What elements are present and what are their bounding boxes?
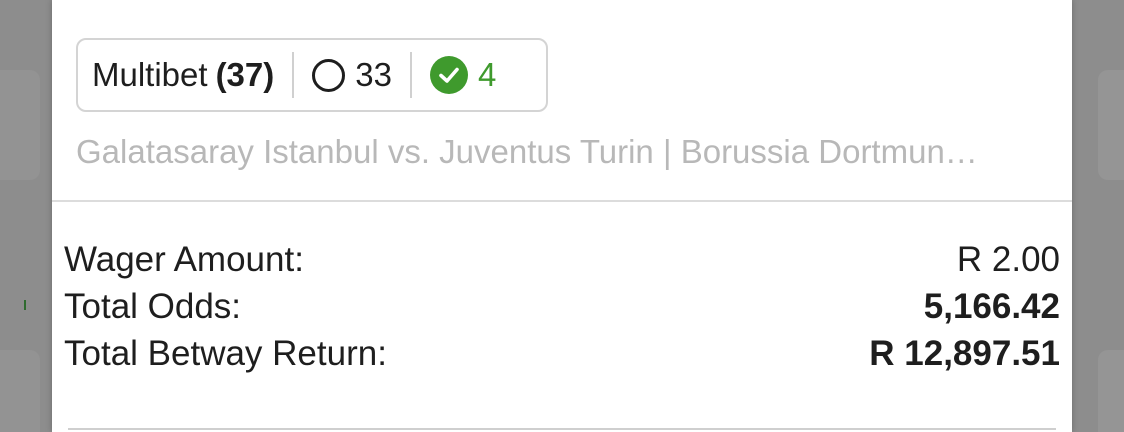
multibet-label: Multibet	[92, 56, 208, 93]
background-right-panel-bottom	[1098, 350, 1124, 432]
events-summary: Galatasaray Istanbul vs. Juventus Turin …	[76, 133, 978, 170]
pill-divider	[409, 52, 412, 98]
check-circle-icon	[429, 56, 468, 94]
wager-amount-row: Wager Amount: R 2.00	[64, 236, 1060, 283]
multibet-title: Multibet (37)	[92, 56, 274, 94]
section-divider	[52, 200, 1072, 202]
background-left-panel	[0, 70, 40, 180]
multibet-leg-count: (37)	[215, 56, 275, 93]
multibet-status-pill[interactable]: Multibet (37) 33 4	[76, 38, 548, 112]
bottom-divider	[68, 428, 1056, 430]
bet-summary: Wager Amount: R 2.00 Total Odds: 5,166.4…	[64, 236, 1060, 377]
open-legs-count: 33	[355, 56, 392, 93]
total-odds-label: Total Odds:	[64, 286, 242, 326]
wager-amount-value: R 2.00	[956, 239, 1060, 279]
background-right-panel	[1098, 70, 1124, 180]
won-legs-count: 4	[477, 56, 497, 93]
circle-outline-icon	[312, 58, 346, 92]
background-accent-mark	[24, 300, 26, 310]
pill-divider	[292, 52, 295, 98]
bet-slip-card: Multibet (37) 33 4 Galatasaray Istanbul …	[52, 0, 1072, 432]
open-legs: 33	[312, 56, 392, 94]
won-legs: 4	[429, 56, 497, 94]
total-odds-row: Total Odds: 5,166.42	[64, 283, 1060, 330]
total-return-label: Total Betway Return:	[64, 333, 387, 373]
total-odds-value: 5,166.42	[923, 286, 1060, 326]
wager-amount-label: Wager Amount:	[64, 239, 304, 279]
background-left-panel-bottom	[0, 350, 40, 432]
bet-header-section[interactable]: Multibet (37) 33 4 Galatasaray Istanbul …	[52, 0, 1072, 200]
total-return-row: Total Betway Return: R 12,897.51	[64, 330, 1060, 377]
total-return-value: R 12,897.51	[869, 333, 1060, 373]
